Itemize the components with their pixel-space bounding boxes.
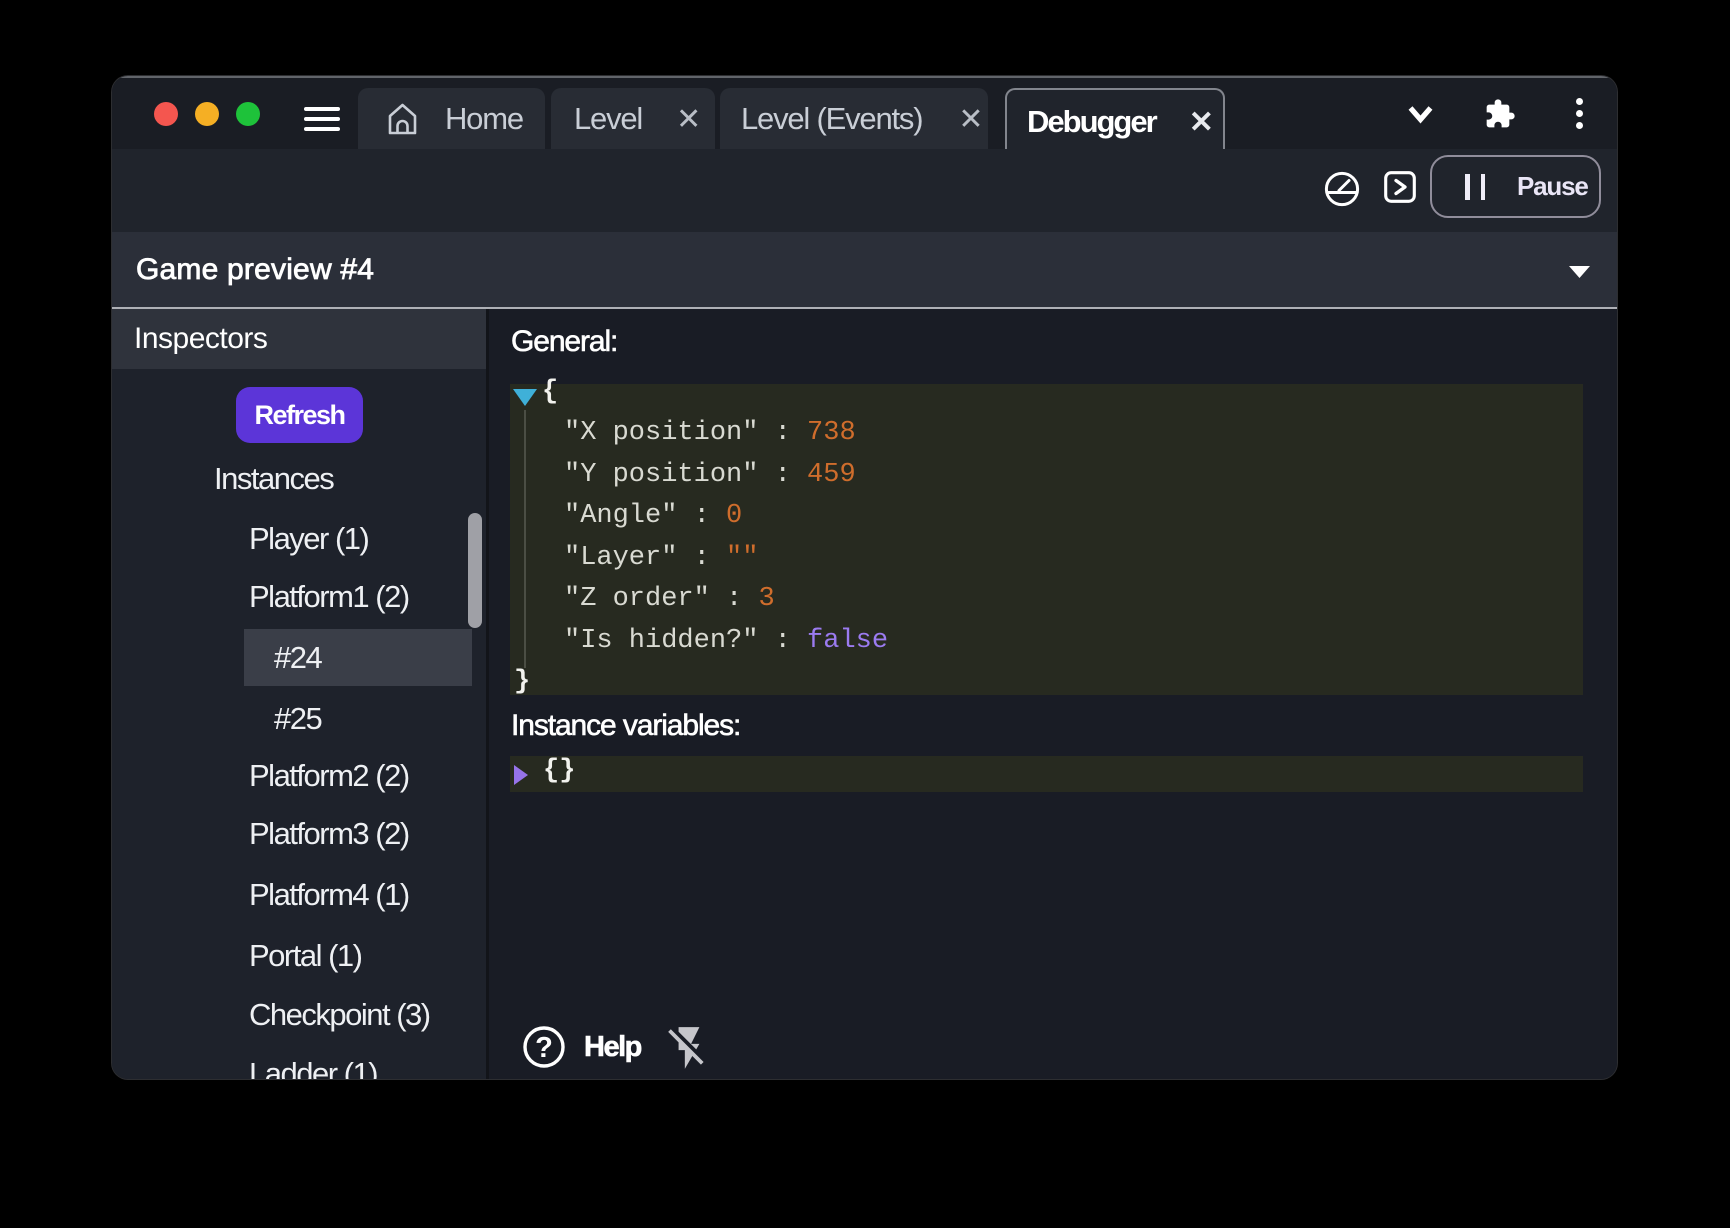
svg-text:?: ? bbox=[535, 1032, 553, 1064]
